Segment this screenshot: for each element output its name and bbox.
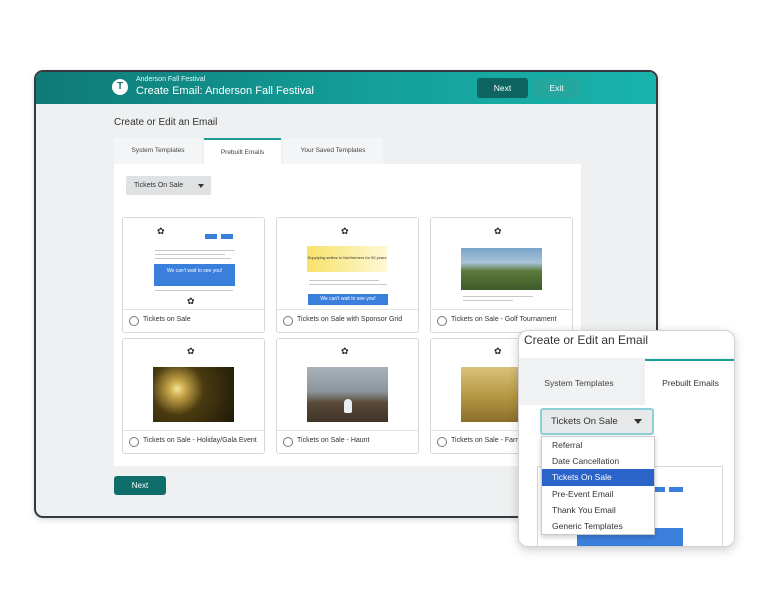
flower-logo-icon: ✿: [157, 226, 165, 236]
flower-logo-icon: ✿: [341, 226, 349, 236]
zoom-callout: Create or Edit an Email System Templates…: [518, 330, 735, 547]
template-label: Tickets on Sale with Sponsor Grid: [297, 316, 403, 323]
chevron-down-icon: [198, 184, 204, 188]
template-card-1[interactable]: ✿ We can't wait to see you! ✿ Tickets on…: [122, 217, 265, 333]
chevron-down-icon: [634, 419, 642, 424]
golf-course-image: [461, 248, 542, 290]
template-preview: ✿ Supplying smiles to Northerners for 50…: [277, 218, 418, 310]
dropdown-option-date-cancellation[interactable]: Date Cancellation: [542, 453, 654, 469]
template-radio[interactable]: [283, 437, 293, 447]
tab-system-templates[interactable]: System Templates: [114, 138, 202, 164]
template-label: Tickets on Sale - Holiday/Gala Event: [143, 437, 257, 444]
preview-text-line: [463, 300, 513, 301]
flower-logo-icon: ✿: [187, 296, 195, 306]
org-logo-icon: T: [112, 79, 128, 95]
preview-text-line: [463, 296, 533, 297]
template-preview: ✿: [431, 218, 572, 310]
preview-text-line: [155, 258, 231, 259]
tab-saved-templates[interactable]: Your Saved Templates: [283, 138, 383, 164]
header-next-button[interactable]: Next: [477, 78, 528, 98]
zoom-category-select[interactable]: Tickets On Sale: [540, 408, 654, 435]
holiday-lights-image: [153, 367, 234, 422]
preview-banner: We can't wait to see you!: [308, 294, 388, 305]
ghost-figure-icon: [344, 399, 352, 413]
template-label: Tickets on Sale - Haunt: [297, 437, 370, 444]
page-title: Create Email: Anderson Fall Festival: [136, 85, 314, 97]
haunt-field-image: [307, 367, 388, 422]
dropdown-option-generic-templates[interactable]: Generic Templates: [542, 518, 654, 534]
template-radio[interactable]: [129, 316, 139, 326]
preview-text-line: [155, 250, 235, 251]
section-title: Create or Edit an Email: [114, 117, 218, 128]
zoom-tab-prebuilt-emails[interactable]: Prebuilt Emails: [645, 359, 734, 405]
next-button[interactable]: Next: [114, 476, 166, 495]
preview-text-line: [155, 254, 225, 255]
category-select[interactable]: Tickets On Sale: [126, 176, 211, 195]
preview-text-line: [155, 290, 233, 291]
org-name: Anderson Fall Festival: [136, 76, 206, 83]
preview-text-line: [309, 280, 379, 281]
template-preview: ✿: [123, 339, 264, 431]
template-preview: ✿: [277, 339, 418, 431]
dropdown-option-referral[interactable]: Referral: [542, 437, 654, 453]
preview-mini-button: [205, 234, 217, 239]
preview-mini-button: [221, 234, 233, 239]
template-card-3[interactable]: ✿ Tickets on Sale - Golf Tournament: [430, 217, 573, 333]
template-card-4[interactable]: ✿ Tickets on Sale - Holiday/Gala Event: [122, 338, 265, 454]
template-radio[interactable]: [129, 437, 139, 447]
template-radio[interactable]: [437, 437, 447, 447]
header-exit-button[interactable]: Exit: [533, 78, 580, 98]
template-radio[interactable]: [437, 316, 447, 326]
template-gallery: Tickets On Sale ✿ We can't wait to see y…: [114, 164, 581, 466]
category-dropdown: Referral Date Cancellation Tickets On Sa…: [541, 436, 655, 536]
dropdown-option-thank-you-email[interactable]: Thank You Email: [542, 502, 654, 518]
app-header: T Anderson Fall Festival Create Email: A…: [36, 72, 656, 104]
dropdown-option-tickets-on-sale[interactable]: Tickets On Sale: [542, 469, 654, 486]
template-radio[interactable]: [283, 316, 293, 326]
preview-mini-button: [669, 487, 683, 492]
flower-logo-icon: ✿: [494, 346, 502, 356]
category-select-value: Tickets On Sale: [134, 182, 184, 189]
preview-text-line: [309, 284, 387, 285]
template-label: Tickets on Sale - Golf Tournament: [451, 316, 557, 323]
template-preview: ✿ We can't wait to see you! ✿: [123, 218, 264, 310]
preview-banner: We can't wait to see you!: [154, 264, 235, 286]
flower-logo-icon: ✿: [341, 346, 349, 356]
template-label: Tickets on Sale - Farm: [451, 437, 522, 444]
sponsor-banner: Supplying smiles to Northerners for 50 y…: [307, 246, 387, 272]
flower-logo-icon: ✿: [494, 226, 502, 236]
template-label: Tickets on Sale: [143, 316, 191, 323]
zoom-section-title: Create or Edit an Email: [524, 333, 649, 347]
template-card-2[interactable]: ✿ Supplying smiles to Northerners for 50…: [276, 217, 419, 333]
zoom-category-select-value: Tickets On Sale: [551, 416, 618, 427]
template-card-5[interactable]: ✿ Tickets on Sale - Haunt: [276, 338, 419, 454]
dropdown-option-pre-event-email[interactable]: Pre-Event Email: [542, 486, 654, 502]
flower-logo-icon: ✿: [187, 346, 195, 356]
tab-prebuilt-emails[interactable]: Prebuilt Emails: [204, 138, 281, 164]
zoom-tab-system-templates[interactable]: System Templates: [519, 361, 639, 405]
